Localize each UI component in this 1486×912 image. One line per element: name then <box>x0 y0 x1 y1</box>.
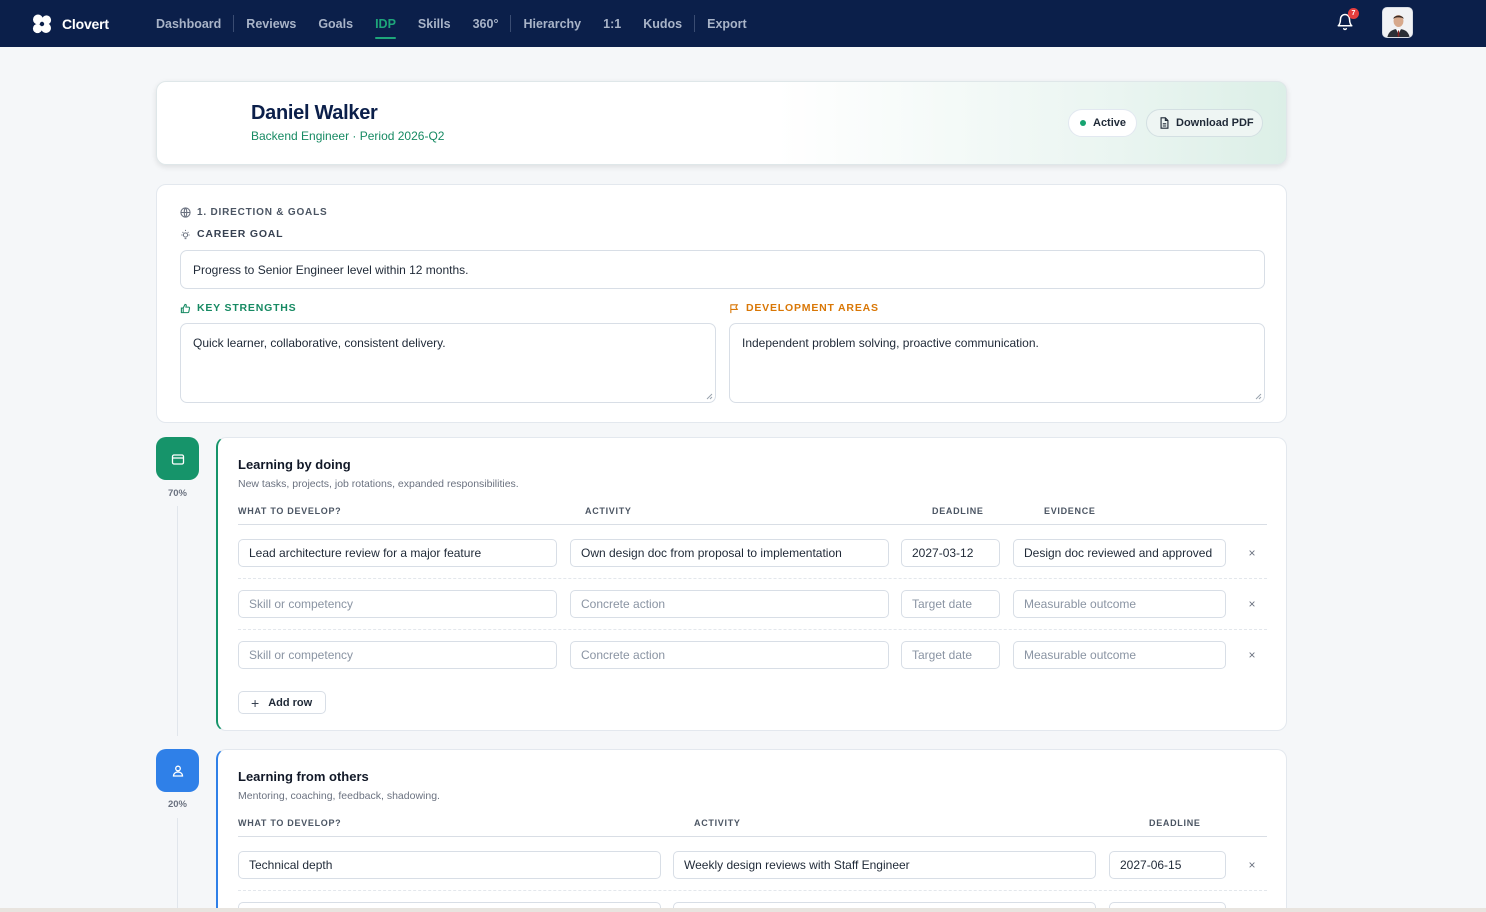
lightbulb-icon <box>181 229 190 239</box>
direction-goals-card: 1. DIRECTION & GOALS CAREER GOAL Progres… <box>156 184 1287 423</box>
table-header-divider <box>238 836 1267 837</box>
learning-from-others-card: Learning from others Mentoring, coaching… <box>216 749 1287 912</box>
learning-by-doing-badge <box>156 437 199 480</box>
timeline-connector <box>177 818 178 912</box>
learning-by-doing-percent: 70% <box>167 488 187 499</box>
remove-row-button[interactable]: × <box>1245 597 1259 611</box>
key-strengths-textarea[interactable]: Quick learner, collaborative, consistent… <box>180 323 716 403</box>
row-divider <box>238 578 1267 579</box>
top-navbar: Clovert Dashboard Reviews Goals IDP Skil… <box>0 0 1486 47</box>
skill-input[interactable]: Technical depth <box>238 851 661 879</box>
globe-icon <box>180 207 191 218</box>
activity-input[interactable]: Own design doc from proposal to implemen… <box>570 539 889 567</box>
development-areas-text: DEVELOPMENT AREAS <box>746 302 879 314</box>
activity-input[interactable]: Concrete action <box>570 641 889 669</box>
column-header-evidence: EVIDENCE <box>1044 506 1096 516</box>
development-areas-value: Independent problem solving, proactive c… <box>742 336 1039 350</box>
nav-one-on-one[interactable]: 1:1 <box>592 0 632 47</box>
status-badge: Active <box>1068 109 1137 137</box>
column-header-deadline: DEADLINE <box>932 506 984 516</box>
nav-export[interactable]: Export <box>696 0 758 47</box>
nav-kudos[interactable]: Kudos <box>632 0 693 47</box>
direction-section-label: 1. DIRECTION & GOALS <box>197 207 328 218</box>
column-header-activity: ACTIVITY <box>694 818 741 828</box>
block-title: Learning by doing <box>238 457 351 472</box>
activity-input[interactable]: Concrete action <box>570 590 889 618</box>
skill-input[interactable]: Skill or competency <box>238 590 557 618</box>
nav-divider <box>233 15 235 32</box>
key-strengths-text: KEY STRENGTHS <box>197 302 297 314</box>
career-goal-input[interactable]: Progress to Senior Engineer level within… <box>180 250 1265 289</box>
skill-input[interactable]: Lead architecture review for a major fea… <box>238 539 557 567</box>
block-subtitle: New tasks, projects, job rotations, expa… <box>238 478 519 490</box>
nav-skills[interactable]: Skills <box>407 0 462 47</box>
nav-goals[interactable]: Goals <box>307 0 364 47</box>
timeline-connector <box>177 506 178 736</box>
flag-icon <box>730 303 739 313</box>
status-dot-icon <box>1080 120 1086 126</box>
user-avatar[interactable] <box>1382 7 1413 38</box>
deadline-input[interactable]: 2027-03-12 <box>901 539 1000 567</box>
thumbs-up-icon <box>180 303 191 313</box>
nav-reviews[interactable]: Reviews <box>235 0 307 47</box>
column-header-deadline: DEADLINE <box>1149 818 1201 828</box>
learning-from-others-badge <box>156 749 199 792</box>
employee-name: Daniel Walker <box>251 102 378 124</box>
evidence-input[interactable]: Measurable outcome <box>1013 641 1226 669</box>
person-icon <box>172 765 183 777</box>
clover-logo-icon <box>32 14 52 33</box>
download-pdf-button[interactable]: Download PDF <box>1146 109 1263 137</box>
app-name: Clovert <box>62 15 109 32</box>
deadline-input[interactable]: 2027-06-15 <box>1109 851 1226 879</box>
activity-input[interactable]: Weekly design reviews with Staff Enginee… <box>673 851 1096 879</box>
learning-from-others-percent: 20% <box>167 799 187 810</box>
document-icon <box>1160 117 1169 129</box>
career-goal-label: CAREER GOAL <box>180 228 283 240</box>
column-header-skill: WHAT TO DEVELOP? <box>238 818 342 828</box>
row-divider <box>238 890 1267 891</box>
direction-section-title: 1. DIRECTION & GOALS <box>180 207 327 218</box>
column-header-activity: ACTIVITY <box>585 506 632 516</box>
table-header-divider <box>238 524 1267 525</box>
deadline-input[interactable]: Target date <box>901 641 1000 669</box>
add-row-label: Add row <box>268 696 313 709</box>
key-strengths-value: Quick learner, collaborative, consistent… <box>193 336 446 350</box>
plus-icon: + <box>251 694 260 711</box>
remove-row-button[interactable]: × <box>1245 546 1259 560</box>
key-strengths-label: KEY STRENGTHS <box>180 302 296 314</box>
nav-idp[interactable]: IDP <box>364 0 407 47</box>
column-header-skill: WHAT TO DEVELOP? <box>238 506 342 516</box>
remove-row-button[interactable]: × <box>1245 648 1259 662</box>
block-subtitle: Mentoring, coaching, feedback, shadowing… <box>238 790 440 802</box>
deadline-input[interactable]: Target date <box>901 590 1000 618</box>
status-label: Active <box>1093 117 1127 129</box>
nav-hierarchy[interactable]: Hierarchy <box>512 0 592 47</box>
skill-input[interactable]: Skill or competency <box>238 641 557 669</box>
evidence-input[interactable]: Measurable outcome <box>1013 590 1226 618</box>
development-areas-label: DEVELOPMENT AREAS <box>729 302 879 314</box>
learning-by-doing-card: Learning by doing New tasks, projects, j… <box>216 437 1287 731</box>
nav-dashboard[interactable]: Dashboard <box>145 0 232 47</box>
notification-count-badge: 7 <box>1348 8 1359 19</box>
window-bottom-edge <box>0 908 1486 912</box>
add-row-button[interactable]: + Add row <box>238 691 326 714</box>
evidence-input[interactable]: Design doc reviewed and approved <box>1013 539 1226 567</box>
resize-handle-icon[interactable] <box>706 393 713 400</box>
development-areas-textarea[interactable]: Independent problem solving, proactive c… <box>729 323 1265 403</box>
row-divider <box>238 629 1267 630</box>
block-title: Learning from others <box>238 769 369 784</box>
briefcase-icon <box>171 453 184 465</box>
employee-role-period: Backend Engineer · Period 2026-Q2 <box>251 129 445 143</box>
career-goal-text: CAREER GOAL <box>197 228 284 240</box>
employee-header-card: Daniel Walker Backend Engineer · Period … <box>156 81 1287 165</box>
nav-menu: Dashboard Reviews Goals IDP Skills 360° … <box>145 0 758 47</box>
user-avatar-image <box>1383 8 1412 37</box>
download-pdf-label: Download PDF <box>1176 117 1254 129</box>
nav-divider <box>694 15 696 32</box>
resize-handle-icon[interactable] <box>1255 393 1262 400</box>
app-logo[interactable]: Clovert <box>31 13 145 35</box>
nav-divider <box>510 15 512 32</box>
nav-360[interactable]: 360° <box>462 0 510 47</box>
remove-row-button[interactable]: × <box>1245 858 1259 872</box>
